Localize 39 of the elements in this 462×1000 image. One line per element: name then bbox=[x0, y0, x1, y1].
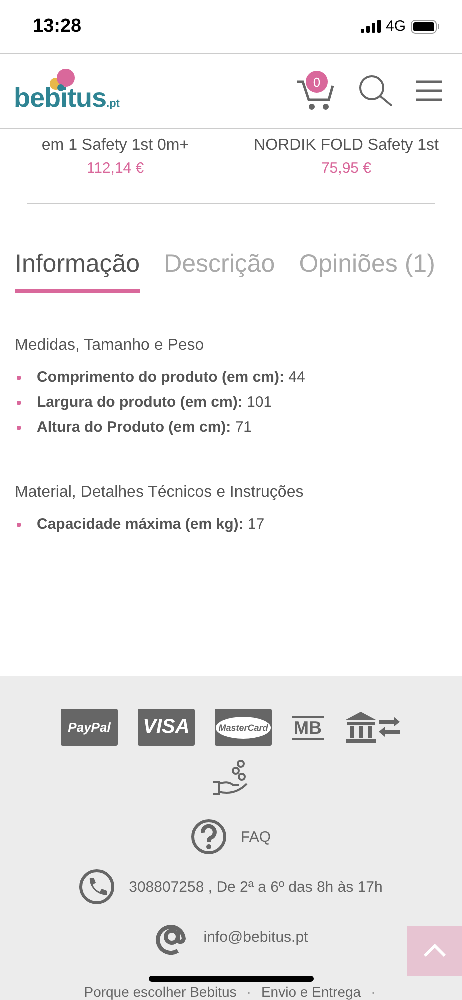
phone-link[interactable]: 308807258 , De 2ª a 6º das 8h às 17h bbox=[129, 878, 383, 896]
signal-icon bbox=[360, 20, 381, 33]
network-label: 4G bbox=[386, 18, 406, 35]
cart-button[interactable]: 0 bbox=[296, 71, 336, 111]
separator: · bbox=[370, 984, 377, 1000]
tab[interactable]: Informação bbox=[15, 250, 140, 293]
bullet-icon bbox=[17, 400, 21, 404]
paypal-logo: PayPal bbox=[61, 709, 118, 746]
chevron-up-icon bbox=[422, 944, 446, 958]
product-name[interactable]: NORDIK FOLD Safety 1st bbox=[254, 137, 439, 155]
spec-item: Altura do Produto (em cm): 71 bbox=[37, 419, 252, 436]
help-icon bbox=[190, 819, 227, 855]
search-icon[interactable] bbox=[358, 75, 394, 107]
spec-item: Largura do produto (em cm): 101 bbox=[37, 394, 272, 411]
bullet-icon bbox=[17, 426, 21, 430]
faq-link[interactable]: FAQ bbox=[240, 828, 271, 846]
cart-count-badge: 0 bbox=[306, 71, 328, 93]
email-link[interactable]: info@bebitus.pt bbox=[204, 928, 308, 946]
phone-icon bbox=[79, 869, 116, 905]
spec-item: Comprimento do produto (em cm): 44 bbox=[37, 369, 306, 386]
product-name[interactable]: em 1 Safety 1st 0m+ bbox=[42, 137, 190, 155]
footer-link[interactable]: Porque escolher Bebitus bbox=[84, 984, 237, 1000]
site-logo[interactable]: bebitus.pt bbox=[14, 68, 120, 114]
section-title: Medidas, Tamanho e Peso bbox=[15, 337, 206, 355]
multibanco-logo: MB bbox=[292, 716, 324, 740]
status-time: 13:28 bbox=[33, 16, 82, 38]
bank-transfer-icon bbox=[344, 709, 401, 746]
separator: · bbox=[246, 984, 252, 1000]
product-price: 112,14 € bbox=[86, 160, 144, 177]
section-title: Material, Detalhes Técnicos e Instruções bbox=[15, 484, 305, 502]
footer-link[interactable]: Envio e Entrega bbox=[261, 984, 362, 1000]
menu-icon[interactable] bbox=[416, 80, 442, 102]
mastercard-logo: MasterCard bbox=[215, 709, 272, 746]
battery-icon bbox=[411, 20, 440, 34]
product-price: 75,95 € bbox=[321, 160, 372, 177]
bullet-icon bbox=[17, 522, 21, 526]
bullet-icon bbox=[17, 376, 21, 380]
spec-item: Capacidade máxima (em kg): 17 bbox=[37, 516, 265, 533]
visa-logo: VISA bbox=[138, 709, 195, 746]
